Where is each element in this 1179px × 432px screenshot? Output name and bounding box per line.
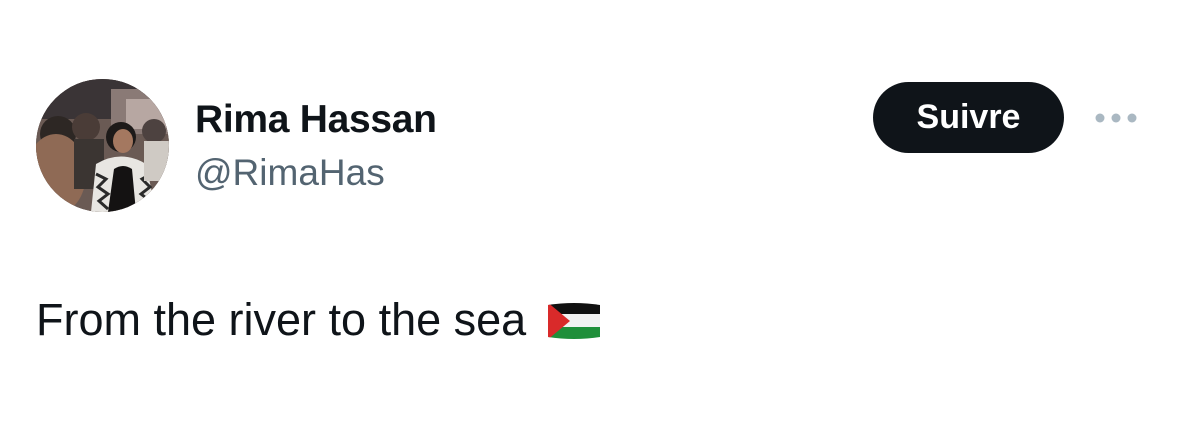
tweet-body: From the river to the sea — [36, 292, 602, 348]
user-handle[interactable]: @RimaHas — [195, 150, 385, 196]
follow-button[interactable]: Suivre — [873, 82, 1064, 153]
tweet-text: From the river to the sea — [36, 294, 527, 345]
display-name[interactable]: Rima Hassan — [195, 96, 437, 144]
profile-photo-icon — [36, 79, 169, 212]
palestine-flag-icon — [546, 301, 602, 341]
more-options-icon — [1095, 113, 1137, 123]
more-options-button[interactable] — [1088, 100, 1144, 136]
avatar[interactable] — [36, 79, 169, 212]
